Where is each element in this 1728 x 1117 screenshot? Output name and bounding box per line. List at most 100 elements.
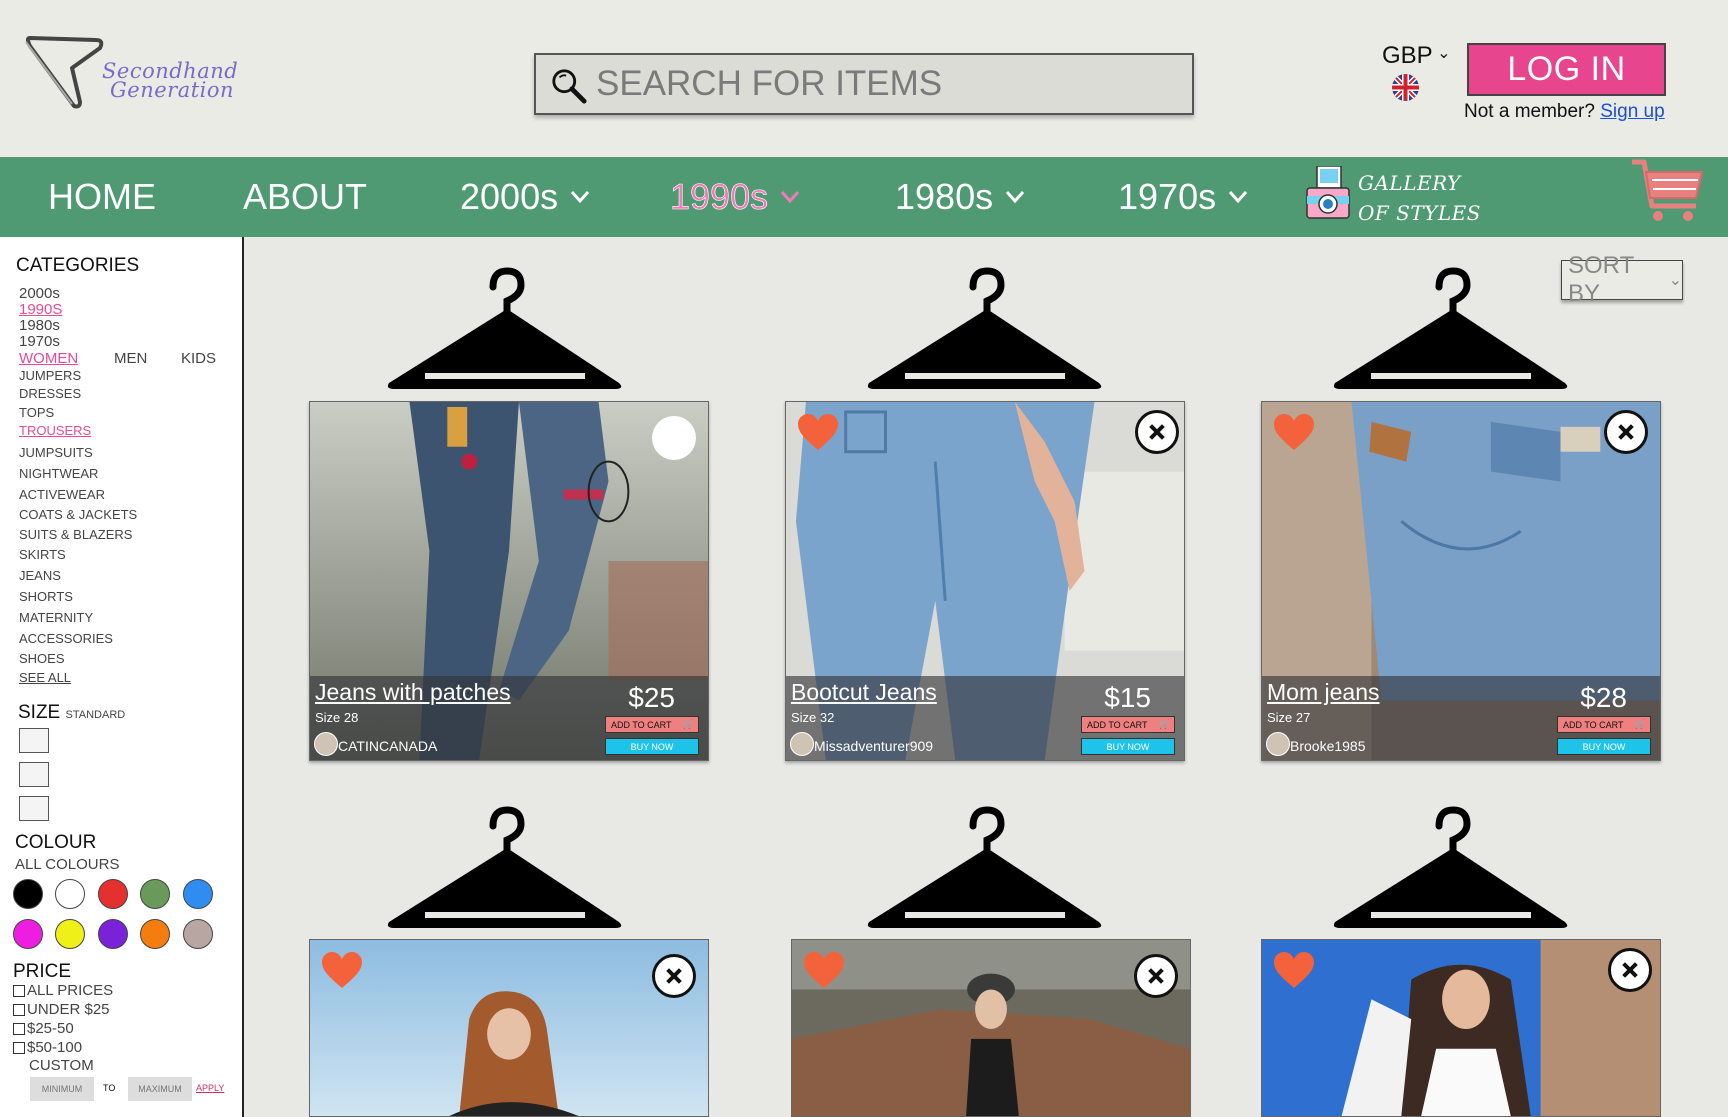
all-colours-link[interactable]: ALL COLOURS	[15, 857, 119, 873]
price-option-all[interactable]: ALL PRICES	[13, 982, 113, 999]
size-option[interactable]	[19, 728, 49, 753]
chevron-down-icon	[780, 191, 800, 204]
product-image	[310, 940, 708, 1116]
category-skirts[interactable]: SKIRTS	[19, 547, 66, 562]
add-to-cart-button[interactable]: ADD TO CART 🛒	[1081, 716, 1175, 733]
heart-icon[interactable]	[1274, 952, 1314, 990]
product-card[interactable]	[1261, 939, 1661, 1117]
colour-swatch-black[interactable]	[13, 879, 43, 909]
heart-icon[interactable]	[798, 414, 838, 452]
hanger-icon	[1333, 806, 1568, 928]
remove-button[interactable]	[1604, 410, 1648, 454]
size-option[interactable]	[19, 762, 49, 787]
gallery-of-styles-link[interactable]: GALLERY OF STYLES	[1358, 168, 1481, 228]
colour-swatch-magenta[interactable]	[13, 919, 43, 949]
category-trousers[interactable]: TROUSERS	[19, 423, 91, 438]
signup-link[interactable]: Sign up	[1600, 101, 1664, 122]
era-1970s[interactable]: 1970s	[19, 334, 60, 350]
era-1980s[interactable]: 1980s	[19, 318, 60, 334]
nav-1970s[interactable]: 1970s	[1118, 157, 1248, 237]
heart-icon[interactable]	[322, 952, 362, 990]
era-1990s[interactable]: 1990S	[19, 302, 62, 318]
colour-swatch-white[interactable]	[55, 879, 85, 909]
checkbox[interactable]	[13, 1041, 25, 1054]
category-shorts[interactable]: SHORTS	[19, 589, 73, 604]
category-shoes[interactable]: SHOES	[19, 651, 65, 666]
nav-2000s[interactable]: 2000s	[460, 157, 590, 237]
price-option-under-25[interactable]: UNDER $25	[13, 1001, 110, 1018]
chevron-down-icon	[1228, 191, 1248, 204]
buy-now-button[interactable]: BUY NOW	[1557, 738, 1651, 755]
sort-dropdown[interactable]: SORT BY ⌄	[1561, 252, 1683, 307]
category-jumpers[interactable]: JUMPERS	[19, 368, 81, 383]
seller-name[interactable]: CATINCANADA	[338, 738, 437, 754]
hanger-logo-icon	[25, 36, 104, 109]
product-title[interactable]: Jeans with patches	[315, 679, 511, 706]
colour-swatch-green[interactable]	[140, 879, 170, 909]
category-activewear[interactable]: ACTIVEWEAR	[19, 487, 105, 502]
add-to-cart-button[interactable]: ADD TO CART 🛒	[605, 716, 699, 733]
product-card[interactable]: Bootcut Jeans Size 32 $15 Missadventurer…	[785, 401, 1185, 761]
uk-flag-icon[interactable]	[1392, 74, 1419, 101]
buy-now-button[interactable]: BUY NOW	[605, 738, 699, 755]
login-button[interactable]: LOG IN	[1467, 43, 1666, 96]
category-maternity[interactable]: MATERNITY	[19, 610, 93, 625]
buy-now-button[interactable]: BUY NOW	[1081, 738, 1175, 755]
audience-men[interactable]: MEN	[114, 351, 147, 367]
category-coats-jackets[interactable]: COATS & JACKETS	[19, 507, 137, 522]
max-price-input[interactable]	[128, 1077, 192, 1101]
remove-button[interactable]	[1135, 410, 1179, 454]
seller-name[interactable]: Missadventurer909	[814, 738, 933, 754]
shopping-cart-icon[interactable]	[1630, 158, 1704, 224]
category-dresses[interactable]: DRESSES	[19, 386, 81, 401]
favorite-toggle[interactable]	[652, 416, 696, 460]
logo[interactable]: Secondhand Generation	[22, 32, 252, 122]
product-card[interactable]: Mom jeans Size 27 $28 Brooke1985 ADD TO …	[1261, 401, 1661, 761]
category-suits-blazers[interactable]: SUITS & BLAZERS	[19, 527, 132, 542]
product-card[interactable]: Jeans with patches Size 28 $25 CATINCANA…	[309, 401, 709, 761]
add-to-cart-button[interactable]: ADD TO CART 🛒	[1557, 716, 1651, 733]
audience-kids[interactable]: KIDS	[181, 351, 216, 367]
nav-1980s[interactable]: 1980s	[895, 157, 1025, 237]
heart-icon[interactable]	[804, 952, 844, 990]
size-option[interactable]	[19, 796, 49, 821]
checkbox[interactable]	[13, 1022, 25, 1035]
price-option-50-100[interactable]: $50-100	[13, 1039, 82, 1056]
colour-swatch-orange[interactable]	[140, 919, 170, 949]
category-accessories[interactable]: ACCESSORIES	[19, 631, 113, 646]
category-jeans[interactable]: JEANS	[19, 568, 61, 583]
era-2000s[interactable]: 2000s	[19, 286, 60, 302]
remove-button[interactable]	[1608, 948, 1652, 992]
min-price-input[interactable]	[30, 1077, 94, 1101]
see-all-link[interactable]: SEE ALL	[19, 670, 71, 685]
product-card[interactable]	[791, 939, 1191, 1117]
colour-swatch-red[interactable]	[98, 879, 128, 909]
search-bar[interactable]	[534, 53, 1194, 115]
remove-button[interactable]	[1134, 954, 1178, 998]
nav-1990s[interactable]: 1990s	[670, 157, 800, 237]
search-input[interactable]	[596, 61, 1176, 107]
category-tops[interactable]: TOPS	[19, 405, 54, 420]
checkbox[interactable]	[13, 1003, 25, 1016]
nav-about[interactable]: ABOUT	[243, 157, 367, 237]
colour-swatch-purple[interactable]	[98, 919, 128, 949]
colour-swatch-blue[interactable]	[183, 879, 213, 909]
seller-name[interactable]: Brooke1985	[1290, 738, 1366, 754]
product-title[interactable]: Mom jeans	[1267, 679, 1379, 706]
currency-selector[interactable]: GBP ⌄	[1382, 42, 1451, 70]
product-card[interactable]	[309, 939, 709, 1117]
colour-swatch-taupe[interactable]	[183, 919, 213, 949]
camera-icon[interactable]	[1305, 166, 1351, 220]
audience-women[interactable]: WOMEN	[19, 351, 78, 367]
nav-home[interactable]: HOME	[48, 157, 156, 237]
heart-icon[interactable]	[1274, 414, 1314, 452]
hanger-icon	[867, 267, 1102, 389]
apply-price-button[interactable]: APPLY	[196, 1083, 224, 1093]
colour-swatch-yellow[interactable]	[55, 919, 85, 949]
checkbox[interactable]	[13, 984, 25, 997]
category-jumpsuits[interactable]: JUMPSUITS	[19, 445, 93, 460]
price-option-25-50[interactable]: $25-50	[13, 1020, 74, 1037]
product-title[interactable]: Bootcut Jeans	[791, 679, 937, 706]
remove-button[interactable]	[652, 954, 696, 998]
category-nightwear[interactable]: NIGHTWEAR	[19, 466, 98, 481]
